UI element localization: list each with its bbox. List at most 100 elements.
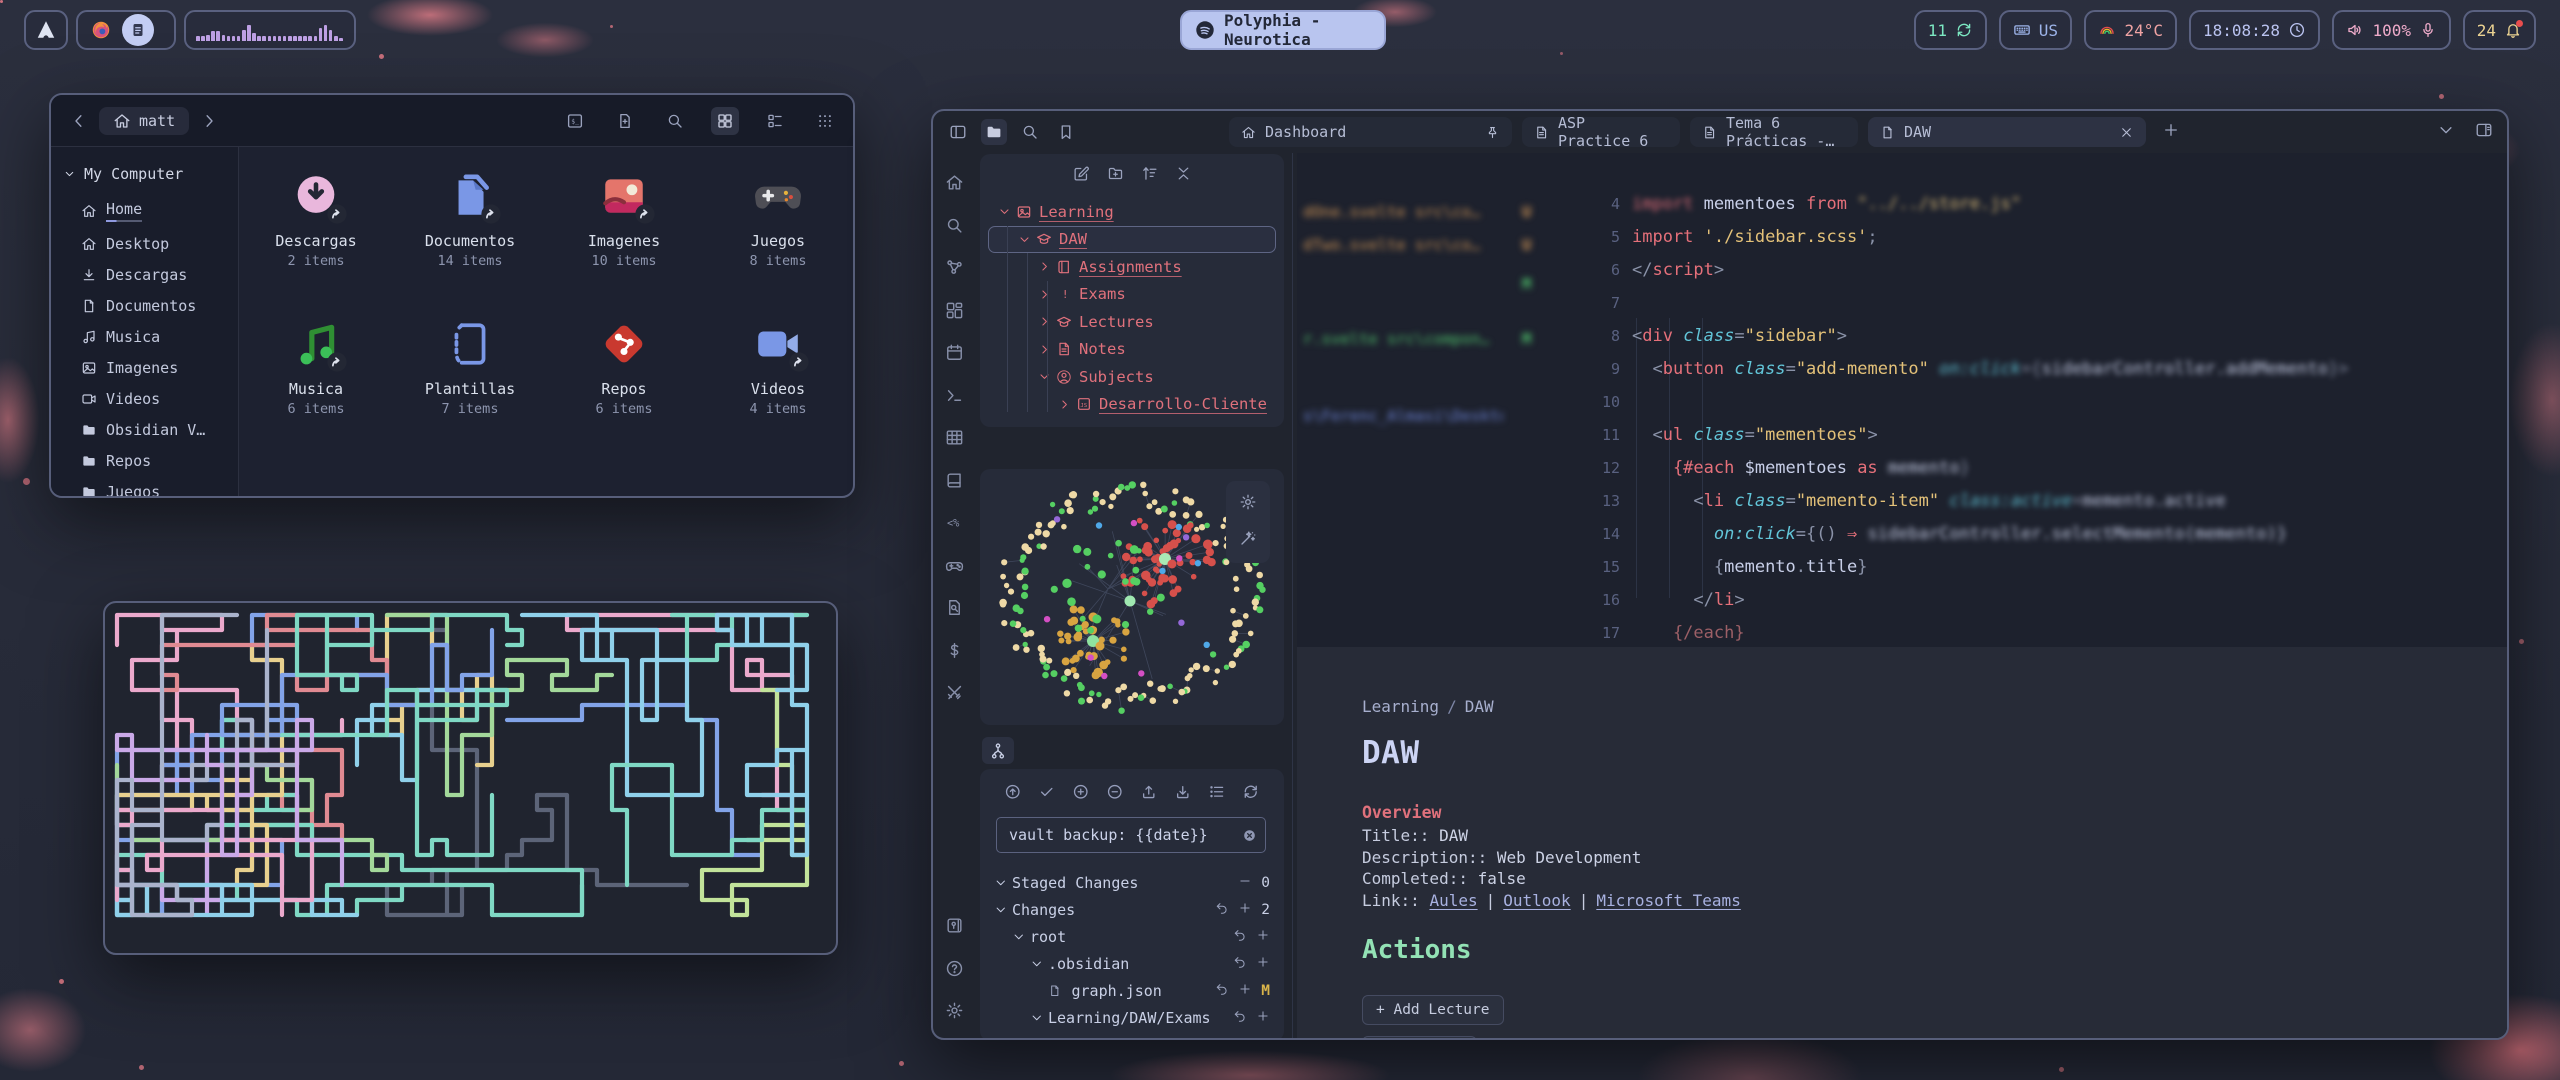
right-sidebar-toggle-button[interactable]: [2475, 121, 2493, 143]
tree-item-desarrollo-cliente[interactable]: JSDesarrollo-Cliente: [980, 391, 1284, 419]
back-button[interactable]: [65, 107, 93, 135]
link-aules[interactable]: Aules: [1429, 891, 1477, 910]
ribbon-book-button[interactable]: [945, 471, 964, 494]
tray-notifications[interactable]: 24: [2463, 10, 2536, 50]
ribbon-codepct-button[interactable]: <%: [945, 513, 964, 536]
dock-app-firefox-icon[interactable]: [90, 19, 112, 41]
ribbon-cards-button[interactable]: [945, 301, 964, 324]
tree-item-notes[interactable]: Notes: [980, 336, 1284, 364]
sidebar-section[interactable]: My Computer: [51, 161, 238, 193]
collapse-button[interactable]: [1175, 165, 1192, 186]
ribbon-calendar-button[interactable]: [945, 343, 964, 366]
chevron-right-icon[interactable]: [1058, 398, 1072, 411]
pencilsq-button[interactable]: [1073, 165, 1090, 186]
sidebar-item-desktop[interactable]: Desktop: [51, 228, 238, 259]
git-undo-action[interactable]: [1233, 928, 1247, 946]
git-row-.obsidian[interactable]: .obsidian: [980, 950, 1284, 977]
ribbon-search-button[interactable]: [945, 216, 964, 239]
sidebar-item-musica[interactable]: Musica: [51, 321, 238, 352]
commit-message-input[interactable]: [1007, 825, 1242, 845]
git-undo-action[interactable]: [1233, 955, 1247, 973]
new-tab-button[interactable]: [2162, 121, 2180, 143]
git-row-changes[interactable]: Changes2: [980, 896, 1284, 923]
git-plus-action[interactable]: [1238, 901, 1252, 919]
git-check-button[interactable]: [1038, 783, 1056, 805]
git-pluscircle-button[interactable]: [1072, 783, 1090, 805]
app-launcher-button[interactable]: [24, 10, 68, 50]
folderplus-button[interactable]: [1107, 165, 1124, 186]
git-row-staged-changes[interactable]: Staged Changes0: [980, 869, 1284, 896]
tab-asp-practice-6[interactable]: ASP Practice 6: [1522, 117, 1680, 147]
sidebar-item-descargas[interactable]: Descargas: [51, 259, 238, 290]
tab-tema-6-pr-cticas[interactable]: Tema 6 Prácticas -…: [1690, 117, 1858, 147]
chevron-right-icon[interactable]: [1038, 260, 1052, 273]
breadcrumb-segment[interactable]: Learning: [1362, 697, 1439, 716]
sidebar-item-juegos[interactable]: Juegos: [51, 476, 238, 498]
file-item-repos[interactable]: Repos6 items: [547, 307, 701, 455]
chevron-right-icon[interactable]: [1038, 343, 1052, 356]
ribbon-home-button[interactable]: [945, 173, 964, 196]
add-lecture-button[interactable]: + Add Lecture: [1362, 995, 1504, 1025]
chevron-down-icon[interactable]: [998, 205, 1012, 218]
tab-daw[interactable]: DAW: [1868, 117, 2146, 147]
pin-icon[interactable]: [1485, 125, 1500, 140]
git-minuscircle-button[interactable]: [1106, 783, 1124, 805]
sidebar-item-repos[interactable]: Repos: [51, 445, 238, 476]
sidebar-item-videos[interactable]: Videos: [51, 383, 238, 414]
list-view-button[interactable]: [761, 107, 789, 135]
clear-commit-icon[interactable]: [1242, 828, 1257, 843]
now-playing-widget[interactable]: Polyphia - Neurotica: [1180, 10, 1386, 50]
git-plus-action[interactable]: [1256, 928, 1270, 946]
tree-item-lectures[interactable]: Lectures: [980, 308, 1284, 336]
sidebar-item-home[interactable]: Home: [51, 193, 238, 228]
ribbon-help-button[interactable]: [945, 959, 964, 982]
tray-keyboard-layout[interactable]: US: [1999, 10, 2072, 50]
note-breadcrumb[interactable]: Learning/DAW: [1362, 697, 1494, 716]
tray-clock[interactable]: 18:08:28: [2189, 10, 2320, 50]
grid-view-button[interactable]: [711, 107, 739, 135]
sidebar-item-imagenes[interactable]: Imagenes: [51, 352, 238, 383]
chevron-down-icon[interactable]: [1038, 370, 1052, 383]
sidebar-toggle-button[interactable]: [945, 119, 971, 145]
link-outlook[interactable]: Outlook: [1503, 891, 1570, 910]
breadcrumb[interactable]: matt: [99, 107, 189, 135]
git-minus-action[interactable]: [1238, 874, 1252, 892]
search-button[interactable]: [1017, 119, 1043, 145]
git-undo-action[interactable]: [1215, 901, 1229, 919]
git-plus-action[interactable]: [1256, 1009, 1270, 1027]
git-plus-action[interactable]: [1238, 982, 1252, 1000]
chevron-down-icon[interactable]: [1012, 930, 1027, 944]
chevron-down-icon[interactable]: [1030, 957, 1045, 971]
search-button[interactable]: [661, 107, 689, 135]
ribbon-graph-button[interactable]: [945, 258, 964, 281]
chevron-right-icon[interactable]: [1038, 315, 1052, 328]
chevron-down-icon[interactable]: [1018, 233, 1032, 246]
chevron-down-icon[interactable]: [1030, 1011, 1045, 1025]
forward-button[interactable]: [195, 107, 223, 135]
sort-button[interactable]: [1141, 165, 1158, 186]
tree-item-subjects[interactable]: Subjects: [980, 363, 1284, 391]
ribbon-table-button[interactable]: [945, 428, 964, 451]
git-refresh-button[interactable]: [1242, 783, 1260, 805]
bookmark-button[interactable]: [1053, 119, 1079, 145]
git-plus-action[interactable]: [1256, 955, 1270, 973]
ribbon-dollar-button[interactable]: [945, 641, 964, 664]
open-terminal-button[interactable]: $_: [561, 107, 589, 135]
sidebar-item-obsidian-v-[interactable]: Obsidian V…: [51, 414, 238, 445]
sidebar-item-documentos[interactable]: Documentos: [51, 290, 238, 321]
chevron-down-icon[interactable]: [994, 876, 1009, 890]
file-item-musica[interactable]: Musica6 items: [239, 307, 393, 455]
file-item-plantillas[interactable]: Plantillas7 items: [393, 307, 547, 455]
tray-updates[interactable]: 11: [1914, 10, 1987, 50]
tray-weather[interactable]: 24°C: [2084, 10, 2177, 50]
git-undo-action[interactable]: [1215, 982, 1229, 1000]
file-item-juegos[interactable]: Juegos8 items: [701, 159, 855, 307]
folder-button[interactable]: [981, 119, 1007, 145]
git-panel-tab[interactable]: [982, 737, 1014, 764]
dock-app-document-app[interactable]: [122, 14, 154, 46]
chevron-down-icon[interactable]: [994, 903, 1009, 917]
git-upload-button[interactable]: [1140, 783, 1158, 805]
tree-item-learning[interactable]: Learning: [980, 198, 1284, 226]
add-note-button[interactable]: + Add Note: [1362, 1036, 1477, 1040]
git-row-root[interactable]: root: [980, 923, 1284, 950]
